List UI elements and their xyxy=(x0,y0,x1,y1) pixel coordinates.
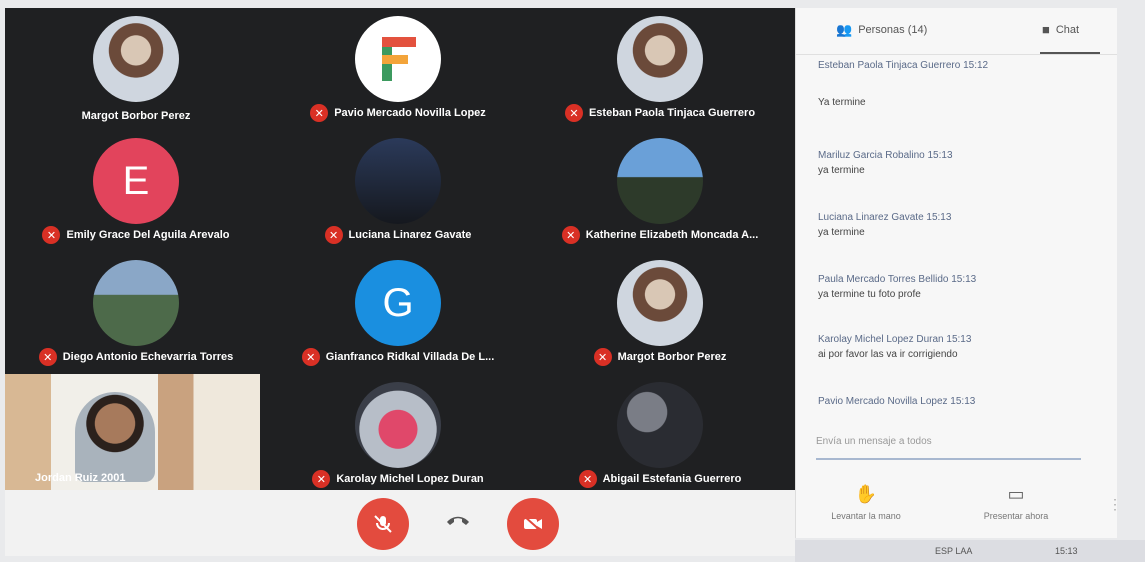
panel-actions: ✋ Levantar la mano ▭ Presentar ahora ⋮ xyxy=(796,478,1122,538)
people-icon: 👥 xyxy=(836,22,853,37)
phone-hangup-icon xyxy=(447,516,469,525)
participant-name: Margot Borbor Perez xyxy=(617,351,727,363)
participant-name: Katherine Elizabeth Moncada A... xyxy=(585,229,759,241)
present-screen-icon: ▭ xyxy=(1007,484,1025,504)
present-now-button[interactable]: ▭ Presentar ahora xyxy=(956,484,1076,521)
active-tab-indicator xyxy=(1040,52,1100,54)
participant-avatar xyxy=(617,16,703,102)
participant-avatar xyxy=(617,382,703,468)
chat-message: Paula Mercado Torres Bellido 15:13 ya te… xyxy=(818,274,1048,300)
avatar-letter: G xyxy=(382,280,414,325)
mic-muted-icon: ✕ xyxy=(593,348,612,366)
f-logo-icon xyxy=(382,37,416,81)
chat-icon: ■ xyxy=(1042,22,1050,37)
mic-toggle-button[interactable] xyxy=(357,498,409,550)
participant-avatar xyxy=(617,260,703,346)
participant-tile[interactable]: ✕ Margot Borbor Perez xyxy=(529,252,791,372)
tab-chat-label: Chat xyxy=(1055,23,1080,36)
participant-tile[interactable]: G ✕ Gianfranco Ridkal Villada De L... xyxy=(267,252,529,372)
participant-tile[interactable]: Margot Borbor Perez xyxy=(5,8,267,128)
participant-name: Gianfranco Ridkal Villada De L... xyxy=(325,351,495,363)
participant-avatar xyxy=(355,16,441,102)
mic-muted-icon: ✕ xyxy=(561,226,580,244)
participant-name: Diego Antonio Echevarria Torres xyxy=(62,351,234,363)
chat-text: ya termine tu foto profe xyxy=(818,289,921,300)
mic-muted-icon: ✕ xyxy=(312,470,331,488)
mic-off-icon xyxy=(374,515,392,533)
mic-muted-icon: ✕ xyxy=(564,104,583,122)
participant-name: Esteban Paola Tinjaca Guerrero xyxy=(588,107,756,119)
participant-name: Luciana Linarez Gavate xyxy=(348,229,472,241)
side-panel: 👥 Personas (14) ■ Chat Esteban Paola Tin… xyxy=(795,8,1122,538)
hangup-button[interactable] xyxy=(445,510,471,533)
participant-avatar xyxy=(617,138,703,224)
chat-sender: Pavio Mercado Novilla Lopez 15:13 xyxy=(818,396,976,407)
chat-message: Esteban Paola Tinjaca Guerrero 15:12 Ya … xyxy=(818,60,1048,108)
chat-message: Luciana Linarez Gavate 15:13 ya termine xyxy=(818,212,1048,238)
participant-avatar xyxy=(355,138,441,224)
participant-tile[interactable]: ✕ Abigail Estefania Guerrero xyxy=(529,374,791,490)
self-video-name: Jordan Ruiz 2001 xyxy=(35,472,126,484)
participant-name: Abigail Estefania Guerrero xyxy=(602,473,742,485)
mic-muted-icon: ✕ xyxy=(38,348,57,366)
chat-input[interactable]: Envía un mensaje a todos xyxy=(816,436,1081,460)
participant-avatar xyxy=(93,260,179,346)
camera-toggle-button[interactable] xyxy=(507,498,559,550)
mic-muted-icon: ✕ xyxy=(310,104,329,122)
avatar-letter: E xyxy=(122,158,150,203)
chat-sender: Esteban Paola Tinjaca Guerrero 15:12 xyxy=(818,60,989,71)
participant-tile[interactable]: ✕ Esteban Paola Tinjaca Guerrero xyxy=(529,8,791,128)
participant-tile[interactable]: ✕ Pavio Mercado Novilla Lopez xyxy=(267,8,529,128)
chat-text: ya termine xyxy=(818,227,865,238)
mic-muted-icon: ✕ xyxy=(578,470,597,488)
hand-icon: ✋ xyxy=(854,484,878,504)
participant-avatar xyxy=(93,16,179,102)
panel-tabs: 👥 Personas (14) ■ Chat xyxy=(796,8,1118,55)
chat-message: Karolay Michel Lopez Duran 15:13 ai por … xyxy=(818,334,1048,360)
chat-text: ai por favor las va ir corrigiendo xyxy=(818,349,958,360)
self-video-person xyxy=(75,392,155,482)
taskbar-language: ESP LAA xyxy=(935,546,973,556)
participant-avatar: E xyxy=(93,138,179,224)
participant-tile[interactable]: ✕ Diego Antonio Echevarria Torres xyxy=(5,252,267,372)
raise-hand-label: Levantar la mano xyxy=(831,511,901,521)
mic-muted-icon: ✕ xyxy=(324,226,343,244)
chat-sender: Mariluz Garcia Robalino 15:13 xyxy=(818,150,953,161)
raise-hand-button[interactable]: ✋ Levantar la mano xyxy=(806,484,926,521)
participant-avatar xyxy=(355,382,441,468)
self-video-tile[interactable]: Jordan Ruiz 2001 xyxy=(5,374,260,490)
participant-grid: Margot Borbor Perez ✕ Pavio Mercado Novil… xyxy=(5,8,795,490)
participant-name: Karolay Michel Lopez Duran xyxy=(336,473,484,485)
participant-name: Emily Grace Del Aguila Arevalo xyxy=(66,229,230,241)
tab-people[interactable]: 👥 Personas (14) xyxy=(836,22,927,38)
participant-name: Margot Borbor Perez xyxy=(81,110,191,122)
mic-muted-icon: ✕ xyxy=(301,348,320,366)
system-taskbar: ESP LAA 15:13 xyxy=(795,540,1145,562)
chat-sender: Luciana Linarez Gavate 15:13 xyxy=(818,212,952,223)
taskbar-clock: 15:13 xyxy=(1055,546,1078,556)
window-edge xyxy=(1117,8,1145,538)
chat-sender: Karolay Michel Lopez Duran 15:13 xyxy=(818,334,972,345)
participant-avatar: G xyxy=(355,260,441,346)
participant-name: Pavio Mercado Novilla Lopez xyxy=(334,107,486,119)
chat-message: Pavio Mercado Novilla Lopez 15:13 xyxy=(818,396,1048,411)
camera-off-icon xyxy=(523,515,543,533)
participant-tile[interactable]: E ✕ Emily Grace Del Aguila Arevalo xyxy=(5,130,267,250)
chat-text: ya termine xyxy=(818,165,865,176)
present-label: Presentar ahora xyxy=(983,511,1049,521)
chat-text: Ya termine xyxy=(818,97,866,108)
chat-message: Mariluz Garcia Robalino 15:13 ya termine xyxy=(818,150,1048,176)
chat-sender: Paula Mercado Torres Bellido 15:13 xyxy=(818,274,977,285)
call-controls-bar xyxy=(5,490,795,556)
participant-tile[interactable]: ✕ Karolay Michel Lopez Duran xyxy=(267,374,529,490)
participant-tile[interactable]: ✕ Luciana Linarez Gavate xyxy=(267,130,529,250)
mic-muted-icon: ✕ xyxy=(42,226,61,244)
participant-tile[interactable]: ✕ Katherine Elizabeth Moncada A... xyxy=(529,130,791,250)
tab-people-label: Personas (14) xyxy=(858,24,928,36)
tab-chat[interactable]: ■ Chat xyxy=(1042,22,1079,37)
